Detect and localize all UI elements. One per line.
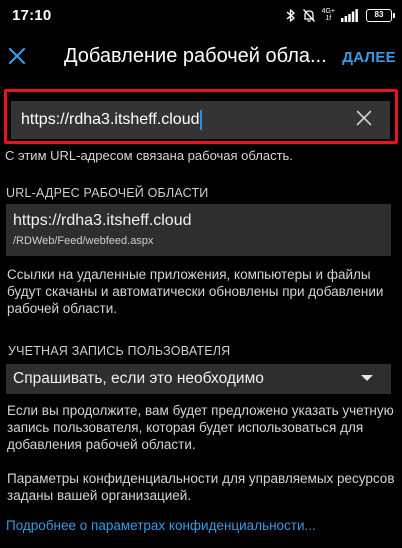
network-type-bottom: 1f [325, 15, 332, 22]
url-input-text: https://rdha3.itsheff.cloud [21, 111, 200, 129]
workspace-description: Ссылки на удаленные приложения, компьюте… [7, 267, 384, 316]
clear-button[interactable] [354, 110, 374, 130]
privacy-link[interactable]: Подробнее о параметрах конфиденциальност… [6, 518, 316, 533]
bluetooth-icon [286, 8, 296, 23]
account-select-value: Спрашивать, если это необходимо [13, 370, 264, 387]
network-type-top: 4G+ [321, 8, 335, 15]
battery-icon: 83 [366, 8, 395, 22]
network-type-label: 4G+ 1f [322, 8, 335, 22]
account-description: Если вы продолжите, вам будет предложено… [7, 403, 394, 452]
close-icon [8, 47, 26, 70]
close-button[interactable] [3, 44, 31, 72]
workspace-url-path: /RDWeb/Feed/webfeed.aspx [13, 235, 154, 247]
signal-icon [341, 8, 359, 22]
status-time: 17:10 [12, 6, 52, 24]
account-section-label: УЧЕТНАЯ ЗАПИСЬ ПОЛЬЗОВАТЕЛЯ [8, 344, 231, 358]
next-button[interactable]: ДАЛЕЕ [342, 49, 396, 66]
app-bar: Добавление рабочей обла... ДАЛЕЕ [0, 30, 402, 86]
workspace-url-field: https://rdha3.itsheff.cloud /RDWeb/Feed/… [6, 204, 391, 256]
page-title: Добавление рабочей обла... [64, 45, 327, 67]
url-helper-text: С этим URL-адресом связана рабочая облас… [5, 148, 293, 163]
privacy-description: Параметры конфиденциальности для управля… [7, 471, 395, 503]
workspace-url-section-label: URL-АДРЕС РАБОЧЕЙ ОБЛАСТИ [6, 186, 209, 200]
clear-icon [356, 110, 372, 131]
url-input-value[interactable]: https://rdha3.itsheff.cloud [21, 110, 203, 130]
bell-off-icon [302, 8, 316, 23]
workspace-url-value: https://rdha3.itsheff.cloud [13, 212, 192, 229]
status-bar: 17:10 4G+ 1f 83 [0, 0, 402, 30]
url-input[interactable]: https://rdha3.itsheff.cloud [11, 101, 390, 139]
chevron-down-icon [361, 375, 373, 381]
account-select[interactable]: Спрашивать, если это необходимо [6, 364, 391, 394]
battery-level: 83 [374, 10, 384, 19]
text-cursor [200, 110, 203, 130]
status-icons: 4G+ 1f 83 [286, 8, 395, 23]
